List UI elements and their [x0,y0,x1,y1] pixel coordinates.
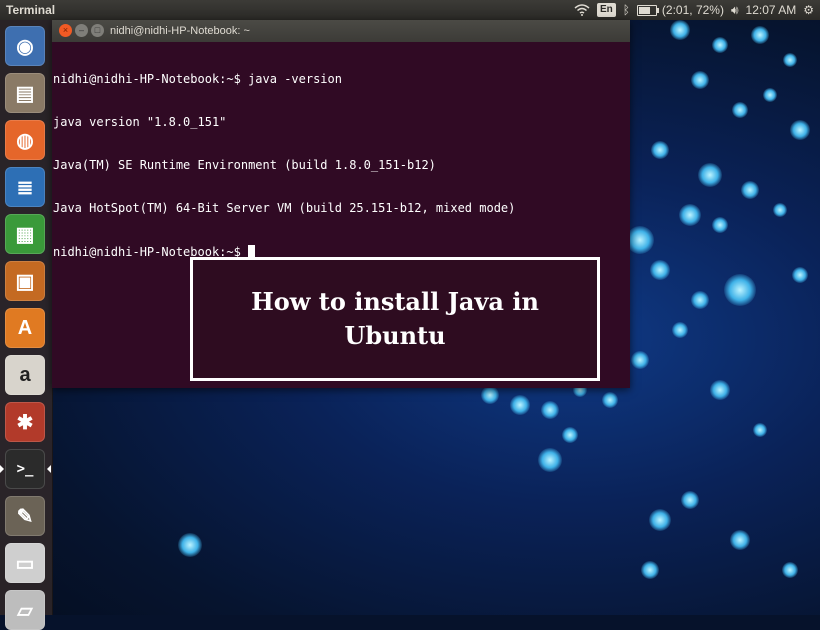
bokeh-dot [712,37,728,53]
system-settings-icon[interactable]: ✱ [5,402,45,442]
bokeh-dot [763,88,777,102]
close-icon[interactable]: × [59,24,72,37]
clock[interactable]: 12:07 AM [746,2,797,18]
bokeh-dot [649,509,671,531]
active-app-title: Terminal [6,0,55,20]
power-gear-icon[interactable]: ⚙ [803,2,814,18]
caption-text: How to install Java in Ubuntu [245,285,545,353]
running-indicator [0,465,4,473]
bokeh-dot [790,120,810,140]
battery-text: (2:01, 72%) [662,0,724,20]
bokeh-dot [712,217,728,233]
libreoffice-impress-icon[interactable]: ▣ [5,261,45,301]
workspace-switcher-icon[interactable]: ▱ [5,590,45,630]
battery-icon [637,5,657,16]
bokeh-dot [724,274,756,306]
bokeh-dot [681,491,699,509]
bokeh-dot [602,392,618,408]
bokeh-dot [626,226,654,254]
bluetooth-icon[interactable]: ᛒ [623,2,630,18]
wifi-icon[interactable] [574,2,590,18]
bokeh-dot [782,562,798,578]
bokeh-dot [691,71,709,89]
files-icon[interactable]: ▤ [5,73,45,113]
bokeh-dot [651,141,669,159]
bokeh-dot [730,530,750,550]
bokeh-dot [792,267,808,283]
terminal-line: nidhi@nidhi-HP-Notebook:~$ java -version [53,72,629,86]
bokeh-dot [538,448,562,472]
keyboard-layout-indicator[interactable]: En [597,3,616,17]
firefox-icon[interactable]: ◍ [5,120,45,160]
gimp-icon[interactable]: ✎ [5,496,45,536]
bokeh-dot [783,53,797,67]
minimize-icon[interactable]: – [75,24,88,37]
bokeh-dot [672,322,688,338]
battery-indicator[interactable]: (2:01, 72%) [637,2,724,18]
focused-indicator [47,465,51,473]
amazon-icon[interactable]: a [5,355,45,395]
bokeh-dot [541,401,559,419]
libreoffice-writer-icon[interactable]: ≣ [5,167,45,207]
terminal-line: Java HotSpot(TM) 64-Bit Server VM (build… [53,201,629,215]
terminal-line: java version "1.8.0_151" [53,115,629,129]
volume-icon[interactable]: 🔊︎ [731,2,739,18]
text-cursor [248,245,255,258]
caption-box: How to install Java in Ubuntu [190,257,600,381]
bokeh-dot [753,423,767,437]
bokeh-dot [510,395,530,415]
bokeh-dot [710,380,730,400]
drive-icon[interactable]: ▭ [5,543,45,583]
terminal-output[interactable]: nidhi@nidhi-HP-Notebook:~$ java -version… [52,42,630,289]
bokeh-dot [741,181,759,199]
top-panel: Terminal En ᛒ (2:01, 72%) 🔊︎ 12:07 AM ⚙ [0,0,820,20]
libreoffice-calc-icon[interactable]: ▦ [5,214,45,254]
bokeh-dot [650,260,670,280]
terminal-icon[interactable]: >_ [5,449,45,489]
bokeh-dot [562,427,578,443]
maximize-icon[interactable]: □ [91,24,104,37]
bokeh-dot [178,533,202,557]
launcher: ◉▤◍≣▦▣Aa✱>_✎▭▱ [0,20,53,615]
bokeh-dot [698,163,722,187]
bokeh-dot [631,351,649,369]
bokeh-dot [679,204,701,226]
bokeh-dot [641,561,659,579]
system-tray: En ᛒ (2:01, 72%) 🔊︎ 12:07 AM ⚙ [574,0,814,20]
bokeh-dot [751,26,769,44]
terminal-line: Java(TM) SE Runtime Environment (build 1… [53,158,629,172]
bokeh-dot [670,20,690,40]
window-title: nidhi@nidhi-HP-Notebook: ~ [110,20,250,42]
ubuntu-dash-icon[interactable]: ◉ [5,26,45,66]
software-center-icon[interactable]: A [5,308,45,348]
bokeh-dot [691,291,709,309]
bokeh-dot [773,203,787,217]
bokeh-dot [481,386,499,404]
bokeh-dot [732,102,748,118]
window-titlebar[interactable]: × – □ nidhi@nidhi-HP-Notebook: ~ [52,20,630,42]
